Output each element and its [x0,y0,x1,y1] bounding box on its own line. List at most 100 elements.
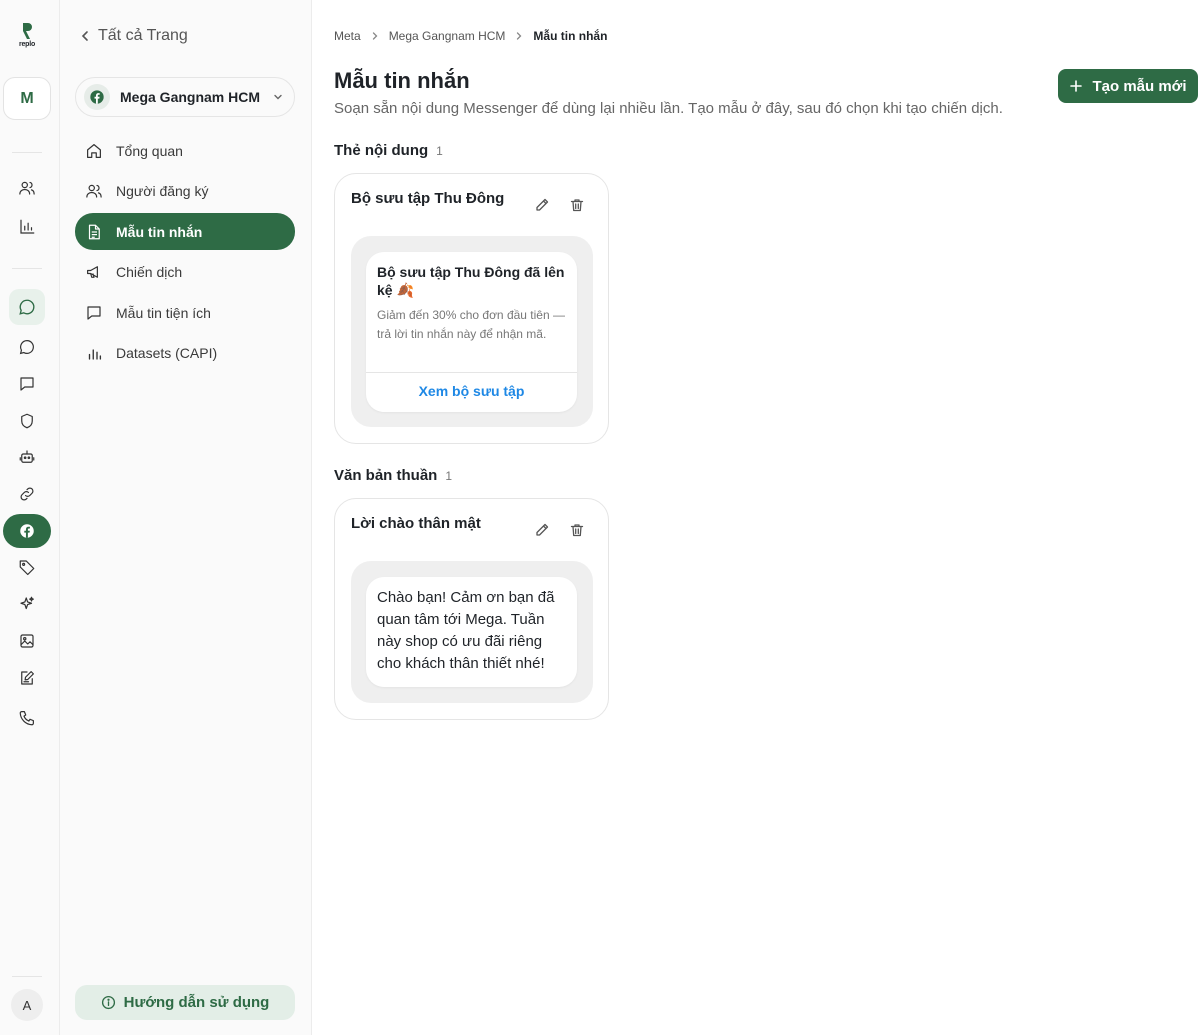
rail-divider [12,268,42,269]
app-logo[interactable]: replo [12,22,42,52]
section-title: Thẻ nội dung [334,142,429,159]
facebook-icon [90,90,104,104]
logo-icon [23,23,32,39]
edit-template-button[interactable] [533,521,551,539]
bar-chart-icon [88,349,102,360]
image-icon [20,634,34,648]
section-header-card-templates: Thẻ nội dung 1 [334,142,443,159]
rail-analytics-button[interactable] [9,209,45,245]
rail-security-button[interactable] [9,403,45,439]
sidebar-item-utility-templates[interactable]: Mẫu tin tiện ích [75,294,295,331]
message-preview: Bộ sưu tập Thu Đông đã lên kệ 🍂 Giảm đến… [351,236,593,427]
bar-chart-icon [20,219,35,234]
back-link-label: Tất cả Trang [98,27,188,44]
user-avatar[interactable]: A [11,989,43,1021]
sidebar-item-label: Mẫu tin nhắn [116,223,203,240]
section-count: 1 [436,144,443,158]
page-name: Mega Gangnam HCM [120,89,261,105]
rail-tags-button[interactable] [9,549,45,585]
card-divider [366,372,577,373]
sidebar-item-subscribers[interactable]: Người đăng ký [75,173,295,210]
edit-note-icon [21,671,34,685]
template-name: Lời chào thân mật [351,515,481,532]
page-title: Mẫu tin nhắn [334,68,470,93]
card-message-bubble: Bộ sưu tập Thu Đông đã lên kệ 🍂 Giảm đến… [366,252,577,412]
message-preview: Chào bạn! Cảm ơn bạn đã quan tâm tới Meg… [351,561,593,703]
sidebar-item-overview[interactable]: Tổng quan [75,132,295,169]
message-text: Chào bạn! Cảm ơn bạn đã quan tâm tới Meg… [377,589,555,672]
message-square-icon [20,377,34,391]
users-icon [86,184,102,198]
chevron-right-icon [517,32,522,40]
robot-icon [19,450,35,463]
sidebar-item-campaigns[interactable]: Chiến dịch [75,254,295,291]
sidebar-item-label: Tổng quan [116,142,183,159]
back-to-all-pages-link[interactable]: Tất cả Trang [78,27,188,45]
sidebar-item-label: Mẫu tin tiện ích [116,304,211,321]
breadcrumb-current: Mẫu tin nhắn [533,29,608,43]
breadcrumb-separator [370,31,380,41]
rail-messages-button[interactable] [9,366,45,402]
icon-rail: replo M A [0,0,60,1035]
edit-template-button[interactable] [533,196,551,214]
pencil-icon [536,198,549,211]
trash-icon [570,524,584,537]
rail-chat-button[interactable] [9,329,45,365]
rail-messenger-button[interactable] [9,289,45,325]
create-template-button[interactable]: Tạo mẫu mới [1058,69,1198,103]
rail-links-button[interactable] [9,476,45,512]
chevron-right-icon [372,32,378,40]
rail-calls-button[interactable] [9,700,45,736]
message-square-icon [87,305,101,320]
chat-bubble-icon [19,299,35,315]
sidebar-item-message-templates[interactable]: Mẫu tin nhắn [75,213,295,250]
plus-icon [1070,80,1083,92]
megaphone-icon [87,266,98,278]
sparkle-icon [20,596,34,610]
trash-icon [570,199,584,212]
card-body: Giảm đến 30% cho đơn đầu tiên — trả lời … [377,308,565,341]
shield-icon [21,413,33,429]
users-icon [19,181,35,195]
template-name: Bộ sưu tập Thu Đông [351,190,505,207]
rail-media-button[interactable] [9,623,45,659]
delete-template-button[interactable] [568,196,586,214]
main-content: Meta Mega Gangnam HCM Mẫu tin nhắn Mẫu t… [312,0,1200,1035]
sidebar-nav: Tổng quan Người đăng ký Mẫu tin nhắn Chi… [75,132,295,375]
create-template-label: Tạo mẫu mới [1092,77,1187,95]
sidebar-item-datasets[interactable]: Datasets (CAPI) [75,335,295,372]
phone-icon [19,711,34,726]
rail-facebook-button[interactable] [3,514,51,548]
template-card-friendly-greeting[interactable]: Lời chào thân mật Chào bạn! Cảm ơn bạn đ… [334,498,609,720]
pencil-icon [536,523,549,536]
rail-bot-button[interactable] [9,439,45,475]
rail-divider [12,976,42,977]
section-count: 1 [445,469,453,483]
link-icon [20,487,34,501]
rail-ai-button[interactable] [9,586,45,622]
template-card-autumn-collection[interactable]: Bộ sưu tập Thu Đông Bộ sưu tập Thu Đông … [334,173,609,444]
info-icon [101,995,115,1010]
section-header-text-templates: Văn bản thuần 1 [334,467,452,484]
page-subtitle: Soạn sẵn nội dung Messenger để dùng lại … [334,100,1003,117]
breadcrumb: Meta Mega Gangnam HCM Mẫu tin nhắn [334,29,607,43]
page-selector[interactable]: Mega Gangnam HCM [75,77,295,117]
delete-template-button[interactable] [568,521,586,539]
chevron-left-icon [81,31,88,41]
breadcrumb-page[interactable]: Mega Gangnam HCM [389,29,506,43]
card-cta-button[interactable]: Xem bộ sưu tập [366,383,577,399]
sidebar-item-label: Datasets (CAPI) [116,345,218,361]
chevron-down-icon [274,94,282,100]
chat-bubble-icon [19,340,34,355]
rail-divider [12,152,42,153]
home-icon [87,143,101,158]
text-message-bubble: Chào bạn! Cảm ơn bạn đã quan tâm tới Meg… [366,577,577,687]
page-avatar [84,84,110,110]
workspace-switcher[interactable]: M [3,77,51,120]
rail-users-button[interactable] [9,170,45,206]
rail-forms-button[interactable] [9,660,45,696]
facebook-icon [20,524,34,538]
user-guide-button[interactable]: Hướng dẫn sử dụng [75,985,295,1020]
breadcrumb-meta[interactable]: Meta [334,29,361,43]
tag-icon [19,560,35,576]
